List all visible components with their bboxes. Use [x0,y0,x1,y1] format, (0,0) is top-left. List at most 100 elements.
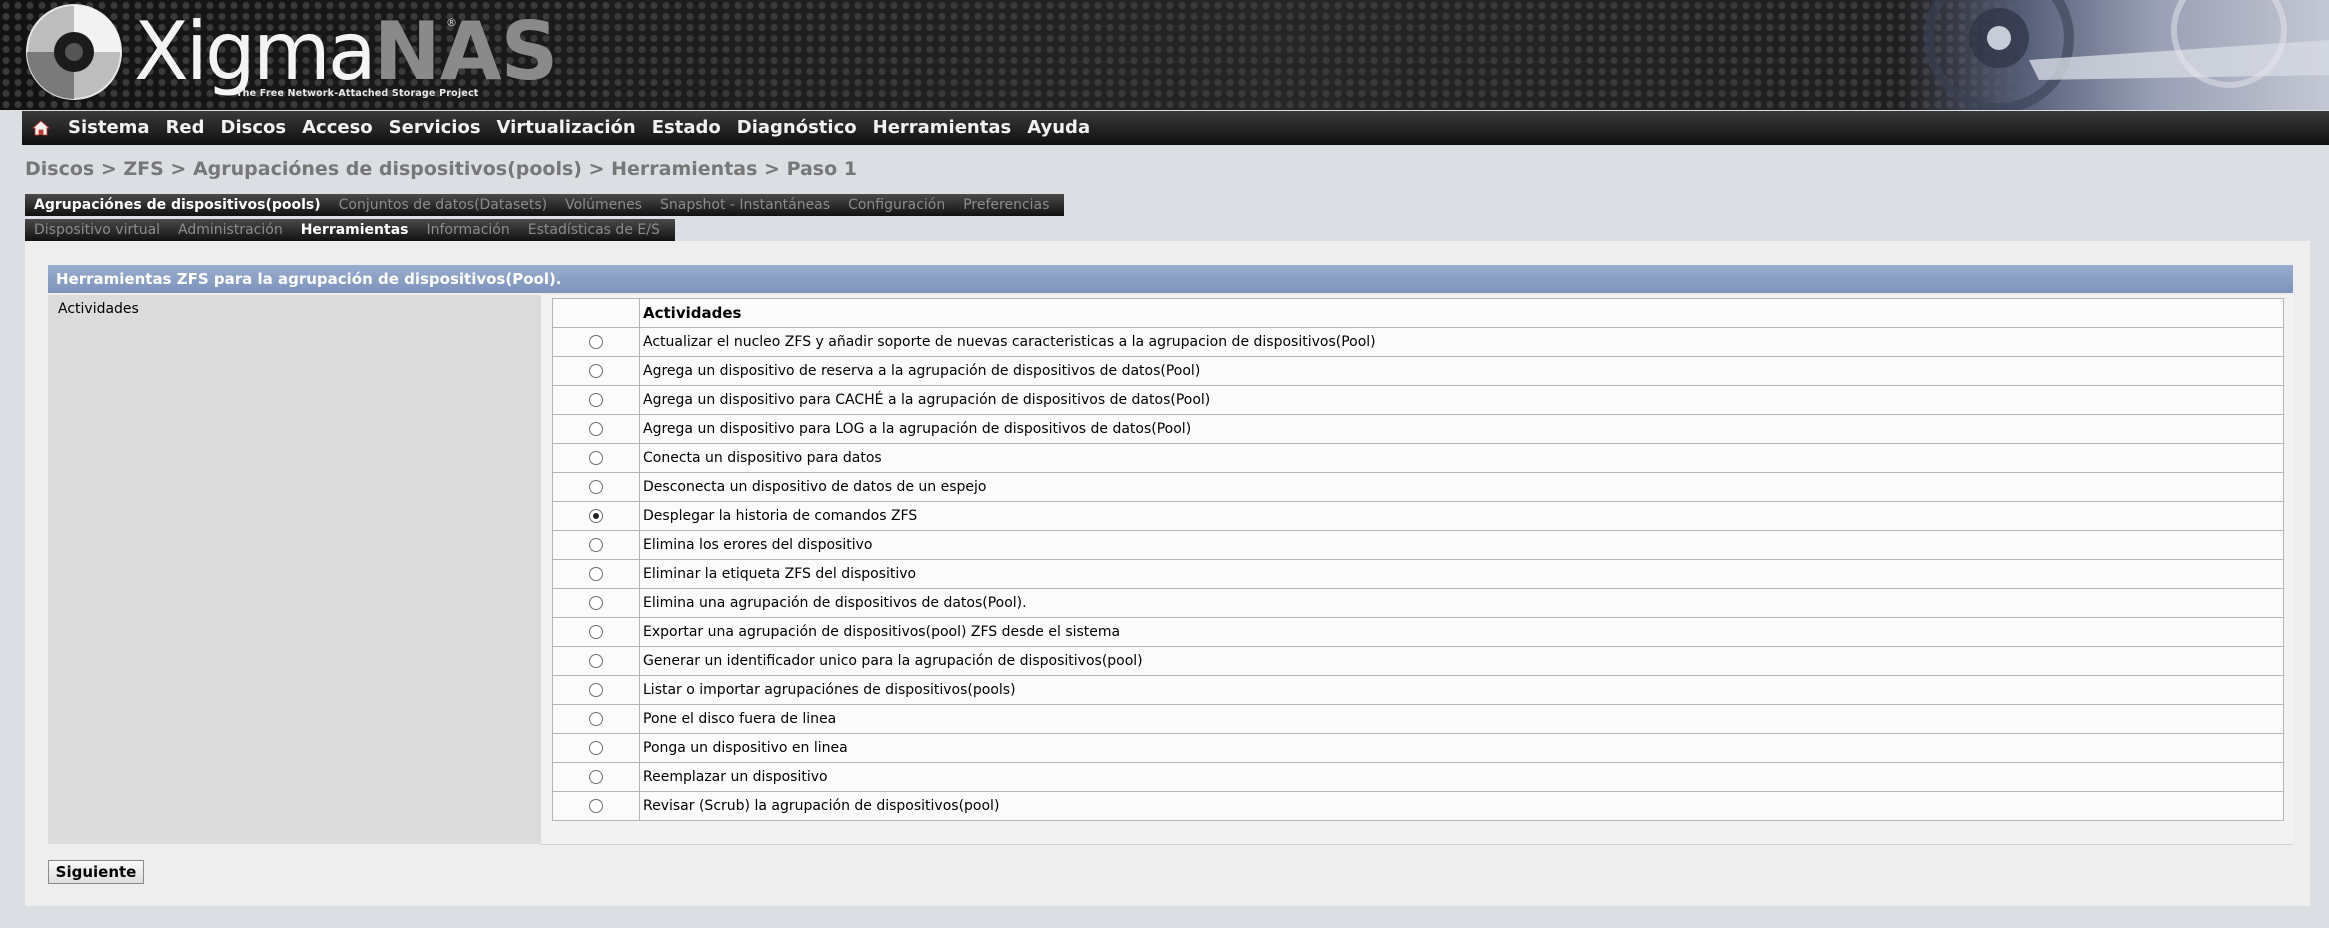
radio-cell [552,791,640,821]
activity-label: Agrega un dispositivo de reserva a la ag… [639,356,2284,386]
menu-red[interactable]: Red [158,111,213,145]
hard-drive-icon [1924,0,2329,110]
table-row[interactable]: Elimina una agrupación de dispositivos d… [552,588,2284,618]
logo-registered-mark: ® [446,16,457,29]
menu-acceso[interactable]: Acceso [294,111,381,145]
menu-discos[interactable]: Discos [213,111,295,145]
table-row[interactable]: Ponga un dispositivo en linea [552,733,2284,763]
radio-cell [552,356,640,386]
table-row[interactable]: Revisar (Scrub) la agrupación de disposi… [552,791,2284,821]
tab-pools[interactable]: Agrupaciónes de dispositivos(pools) [25,194,330,216]
radio-cell [552,559,640,589]
activity-label: Reemplazar un dispositivo [639,762,2284,792]
activity-label: Conecta un dispositivo para datos [639,443,2284,473]
xigmanas-logo: XigmaNAS ® The Free Network-Attached Sto… [22,2,558,106]
activity-radio[interactable] [589,596,603,610]
activity-radio[interactable] [589,712,603,726]
tab-tools[interactable]: Herramientas [292,219,418,241]
activity-label: Elimina los erores del dispositivo [639,530,2284,560]
table-row[interactable]: Agrega un dispositivo para CACHÉ a la ag… [552,385,2284,415]
activity-label: Ponga un dispositivo en linea [639,733,2284,763]
activity-label: Elimina una agrupación de dispositivos d… [639,588,2284,618]
activity-radio[interactable] [589,654,603,668]
activity-label: Pone el disco fuera de linea [639,704,2284,734]
menu-servicios[interactable]: Servicios [381,111,489,145]
menu-ayuda[interactable]: Ayuda [1019,111,1098,145]
next-button[interactable]: Siguiente [48,860,144,884]
activity-radio[interactable] [589,480,603,494]
table-row[interactable]: Listar o importar agrupaciónes de dispos… [552,675,2284,705]
activity-radio[interactable] [589,741,603,755]
radio-cell [552,704,640,734]
tab-information[interactable]: Información [418,219,519,241]
logo-disc-icon [26,4,122,100]
activity-radio[interactable] [589,393,603,407]
activity-radio[interactable] [589,509,603,523]
table-row[interactable]: Agrega un dispositivo para LOG a la agru… [552,414,2284,444]
table-row[interactable]: Reemplazar un dispositivo [552,762,2284,792]
table-row[interactable]: Eliminar la etiqueta ZFS del dispositivo [552,559,2284,589]
tab-virtual-device[interactable]: Dispositivo virtual [25,219,169,241]
menu-virtualizacion[interactable]: Virtualización [489,111,644,145]
activity-radio[interactable] [589,422,603,436]
activity-label: Actualizar el nucleo ZFS y añadir soport… [639,327,2284,357]
table-row[interactable]: Generar un identificador unico para la a… [552,646,2284,676]
table-row[interactable]: Conecta un dispositivo para datos [552,443,2284,473]
menu-herramientas[interactable]: Herramientas [865,111,1020,145]
table-row[interactable]: Agrega un dispositivo de reserva a la ag… [552,356,2284,386]
radio-cell [552,501,640,531]
hard-drive-image [1899,0,2329,110]
table-header-row: Actividades [552,298,2284,328]
tab-io-statistics[interactable]: Estadísticas de E/S [519,219,669,241]
table-row[interactable]: Desconecta un dispositivo de datos de un… [552,472,2284,502]
header-banner: XigmaNAS ® The Free Network-Attached Sto… [0,0,2329,110]
radio-cell [552,472,640,502]
activities-list: Actualizar el nucleo ZFS y añadir soport… [552,327,2284,821]
tab-configuration[interactable]: Configuración [839,194,954,216]
radio-cell [552,414,640,444]
activity-label: Agrega un dispositivo para LOG a la agru… [639,414,2284,444]
logo-accent-text: NAS [373,5,558,98]
tab-volumes[interactable]: Volúmenes [556,194,651,216]
radio-cell [552,617,640,647]
activity-radio[interactable] [589,567,603,581]
activity-label: Generar un identificador unico para la a… [639,646,2284,676]
table-row[interactable]: Pone el disco fuera de linea [552,704,2284,734]
activity-label: Eliminar la etiqueta ZFS del dispositivo [639,559,2284,589]
tab-datasets[interactable]: Conjuntos de datos(Datasets) [330,194,556,216]
activity-radio[interactable] [589,451,603,465]
activity-radio[interactable] [589,770,603,784]
activity-radio[interactable] [589,683,603,697]
activity-radio[interactable] [589,364,603,378]
tab-preferences[interactable]: Preferencias [954,194,1058,216]
activity-radio[interactable] [589,625,603,639]
radio-cell [552,327,640,357]
menu-sistema[interactable]: Sistema [60,111,158,145]
table-row[interactable]: Desplegar la historia de comandos ZFS [552,501,2284,531]
activity-label: Exportar una agrupación de dispositivos(… [639,617,2284,647]
logo-main-text: Xigma [134,5,377,98]
radio-cell [552,588,640,618]
activities-field-label: Actividades [58,301,139,317]
menu-diagnostico[interactable]: Diagnóstico [729,111,865,145]
table-row[interactable]: Actualizar el nucleo ZFS y añadir soport… [552,327,2284,357]
activity-label: Desconecta un dispositivo de datos de un… [639,472,2284,502]
logo-wordmark: XigmaNAS [134,4,558,100]
activity-radio[interactable] [589,538,603,552]
logo-tagline: The Free Network-Attached Storage Projec… [236,88,479,99]
tab-snapshots[interactable]: Snapshot - Instantáneas [651,194,839,216]
radio-cell [552,646,640,676]
activity-label: Revisar (Scrub) la agrupación de disposi… [639,791,2284,821]
radio-cell [552,530,640,560]
radio-cell [552,762,640,792]
activity-label: Listar o importar agrupaciónes de dispos… [639,675,2284,705]
panel-title: Herramientas ZFS para la agrupación de d… [48,265,2293,293]
table-row[interactable]: Exportar una agrupación de dispositivos(… [552,617,2284,647]
activity-radio[interactable] [589,335,603,349]
primary-tabs: Agrupaciónes de dispositivos(pools) Conj… [25,194,1065,216]
home-icon[interactable] [22,111,60,145]
table-row[interactable]: Elimina los erores del dispositivo [552,530,2284,560]
menu-estado[interactable]: Estado [644,111,729,145]
tab-administration[interactable]: Administración [169,219,292,241]
activity-radio[interactable] [589,799,603,813]
